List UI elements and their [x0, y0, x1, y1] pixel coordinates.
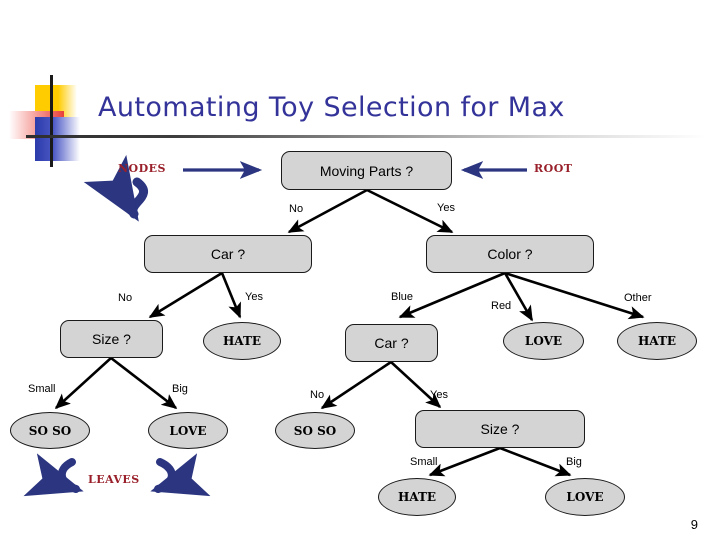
- tree-node-label: HATE: [222, 334, 262, 348]
- tree-leaf-soso-2[interactable]: SO SO: [275, 412, 355, 449]
- edge-label-car-right-no: No: [310, 389, 325, 401]
- edge-label-size-right-big: Big: [566, 456, 582, 468]
- tree-leaf-love-3[interactable]: LOVE: [545, 478, 625, 516]
- tree-node-size-right[interactable]: Size ?: [415, 410, 585, 448]
- tree-node-label: Car ?: [374, 335, 409, 351]
- tree-leaf-hate-1[interactable]: HATE: [203, 322, 281, 360]
- tree-node-label: Color ?: [487, 246, 533, 262]
- page-title: Automating Toy Selection for Max: [98, 92, 565, 123]
- tree-node-label: HATE: [397, 490, 437, 504]
- tree-node-label: Size ?: [92, 331, 131, 347]
- annotation-leaves: LEAVES: [88, 473, 140, 486]
- tree-node-color[interactable]: Color ?: [426, 235, 594, 273]
- tree-node-label: LOVE: [524, 334, 563, 348]
- annotation-nodes: NODES: [118, 162, 167, 175]
- decoration-blue-square: [35, 117, 80, 161]
- edge-label-size-right-small: Small: [410, 456, 438, 468]
- tree-leaf-love-2[interactable]: LOVE: [148, 412, 228, 449]
- decoration-vertical-rule: [50, 75, 53, 167]
- title-divider-rule: [26, 135, 706, 138]
- edge-label-size-left-big: Big: [172, 383, 188, 395]
- slide-canvas: Automating Toy Selection for Max NODES R…: [0, 0, 720, 540]
- tree-node-car-left[interactable]: Car ?: [144, 235, 312, 273]
- tree-node-moving-parts[interactable]: Moving Parts ?: [281, 151, 452, 190]
- edge-label-color-blue: Blue: [391, 291, 414, 303]
- tree-leaf-love-1[interactable]: LOVE: [503, 322, 584, 360]
- tree-node-car-right[interactable]: Car ?: [345, 324, 438, 362]
- tree-node-label: LOVE: [169, 423, 207, 438]
- tree-connectors: [23, 154, 645, 497]
- annotation-root: ROOT: [534, 162, 573, 175]
- tree-node-label: LOVE: [566, 490, 604, 504]
- tree-node-label: Size ?: [480, 421, 520, 437]
- edge-label-car-left-no: No: [118, 292, 133, 304]
- tree-leaf-hate-2[interactable]: HATE: [617, 322, 697, 360]
- tree-node-label: SO SO: [28, 423, 72, 438]
- edge-label-car-left-yes: Yes: [245, 291, 263, 303]
- tree-node-size-left[interactable]: Size ?: [60, 320, 163, 358]
- page-number: 9: [690, 517, 698, 532]
- tree-node-label: SO SO: [293, 423, 337, 438]
- edge-label-color-other: Other: [624, 292, 652, 304]
- tree-leaf-soso-1[interactable]: SO SO: [10, 412, 90, 449]
- tree-leaf-hate-3[interactable]: HATE: [378, 478, 456, 516]
- edge-label-moving-parts-no: No: [289, 203, 304, 215]
- tree-node-label: Moving Parts ?: [319, 162, 414, 179]
- edge-label-car-right-yes: Yes: [430, 389, 448, 401]
- tree-node-label: HATE: [637, 334, 677, 348]
- edge-label-color-red: Red: [491, 300, 512, 312]
- edge-label-moving-parts-yes: Yes: [437, 202, 455, 214]
- tree-node-label: Car ?: [210, 246, 246, 262]
- edge-label-size-left-small: Small: [28, 383, 56, 395]
